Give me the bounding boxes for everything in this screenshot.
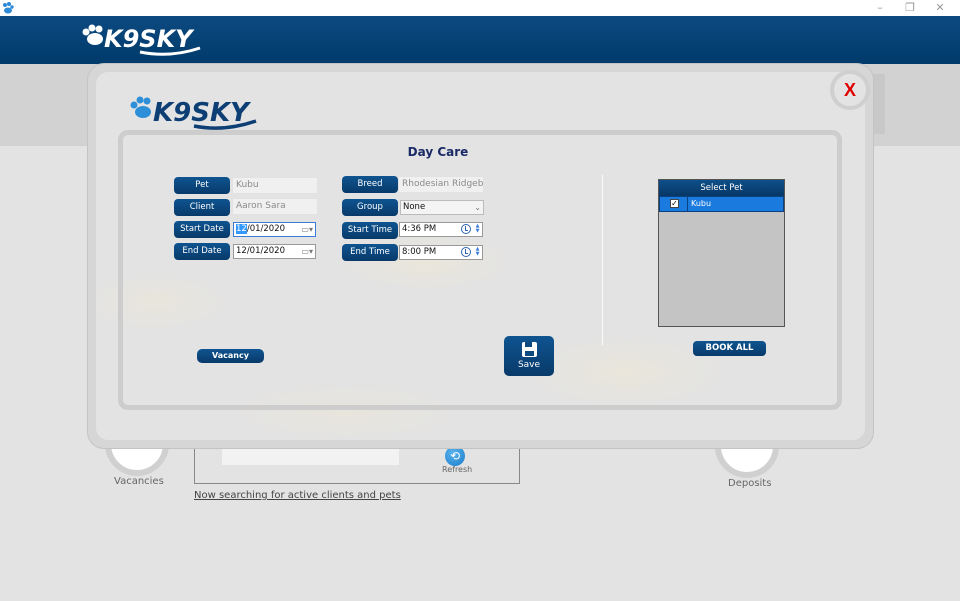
pet-field: Kubu — [232, 177, 318, 194]
search-input[interactable] — [222, 446, 399, 465]
end-date-value[interactable]: 12/01/2020 — [236, 246, 285, 256]
modal-close-button[interactable]: X — [830, 70, 870, 110]
calendar-dropdown-icon[interactable]: ▭▾ — [301, 245, 313, 258]
end-time-label: End Time — [342, 244, 398, 261]
background-scrollbar[interactable] — [872, 74, 885, 134]
group-select[interactable]: None ⌄ — [400, 200, 484, 215]
end-time-value[interactable]: 8:00 PM — [402, 247, 436, 257]
k9sky-logo: K9SKY — [82, 24, 201, 56]
group-label: Group — [342, 199, 398, 216]
modal-k9sky-logo: K9SKY — [130, 96, 257, 130]
pet-checkbox[interactable]: ✓ — [670, 199, 679, 208]
form-title: Day Care — [407, 145, 469, 159]
calendar-dropdown-icon[interactable]: ▭▾ — [301, 223, 313, 236]
start-time-label: Start Time — [342, 222, 398, 239]
start-time-value[interactable]: 4:36 PM — [402, 224, 436, 234]
end-date-label: End Date — [174, 243, 230, 260]
window-close-button[interactable]: ✕ — [926, 0, 954, 16]
select-pet-list[interactable]: Select Pet ✓ Kubu — [658, 179, 785, 327]
clock-icon[interactable] — [461, 247, 471, 257]
deposits-label[interactable]: Deposits — [728, 478, 771, 489]
refresh-label[interactable]: Refresh — [442, 465, 472, 474]
status-link[interactable]: Now searching for active clients and pet… — [194, 490, 401, 501]
client-field: Aaron Sara — [232, 198, 318, 215]
floppy-disk-icon — [522, 342, 537, 357]
pet-name[interactable]: Kubu — [691, 197, 711, 211]
logo-text: K9SKY — [104, 25, 195, 53]
refresh-icon[interactable]: ⟲ — [445, 446, 465, 466]
breed-label: Breed — [342, 176, 398, 193]
row-separator — [687, 197, 688, 211]
column-divider — [602, 175, 603, 345]
chevron-down-icon[interactable]: ⌄ — [474, 201, 481, 214]
spinner-arrows-icon[interactable]: ▲ ▼ — [474, 224, 481, 235]
breed-field: Rhodesian Ridgeback — [398, 176, 484, 193]
vacancies-label[interactable]: Vacancies — [114, 476, 164, 487]
spinner-arrows-icon[interactable]: ▲ ▼ — [474, 247, 481, 258]
restore-button[interactable]: ❐ — [896, 0, 924, 16]
pet-list-item[interactable]: ✓ Kubu — [659, 196, 784, 212]
app-header: K9SKY — [0, 16, 960, 64]
clock-icon[interactable] — [461, 224, 471, 234]
end-time-picker[interactable]: 8:00 PM ▲ ▼ — [399, 245, 483, 260]
start-date-label: Start Date — [174, 221, 230, 238]
save-button[interactable]: Save — [504, 336, 554, 376]
vacancy-button[interactable]: Vacancy — [197, 349, 264, 363]
start-date-picker[interactable]: 12/01/2020 ▭▾ — [233, 222, 316, 237]
paw-app-icon — [3, 2, 14, 14]
modal-logo-text: K9SKY — [153, 98, 252, 128]
group-value[interactable]: None — [403, 202, 425, 212]
book-all-button[interactable]: BOOK ALL — [693, 341, 766, 356]
client-label: Client — [174, 199, 230, 216]
end-date-picker[interactable]: 12/01/2020 ▭▾ — [233, 244, 316, 259]
minimize-button[interactable]: – — [866, 0, 894, 16]
start-date-month[interactable]: 12 — [236, 224, 247, 234]
pet-label: Pet — [174, 177, 230, 194]
start-date-rest[interactable]: /01/2020 — [247, 224, 285, 234]
window-titlebar: – ❐ ✕ — [0, 0, 960, 16]
select-pet-header: Select Pet — [659, 180, 784, 196]
start-time-picker[interactable]: 4:36 PM ▲ ▼ — [399, 222, 483, 237]
save-label: Save — [517, 360, 541, 370]
